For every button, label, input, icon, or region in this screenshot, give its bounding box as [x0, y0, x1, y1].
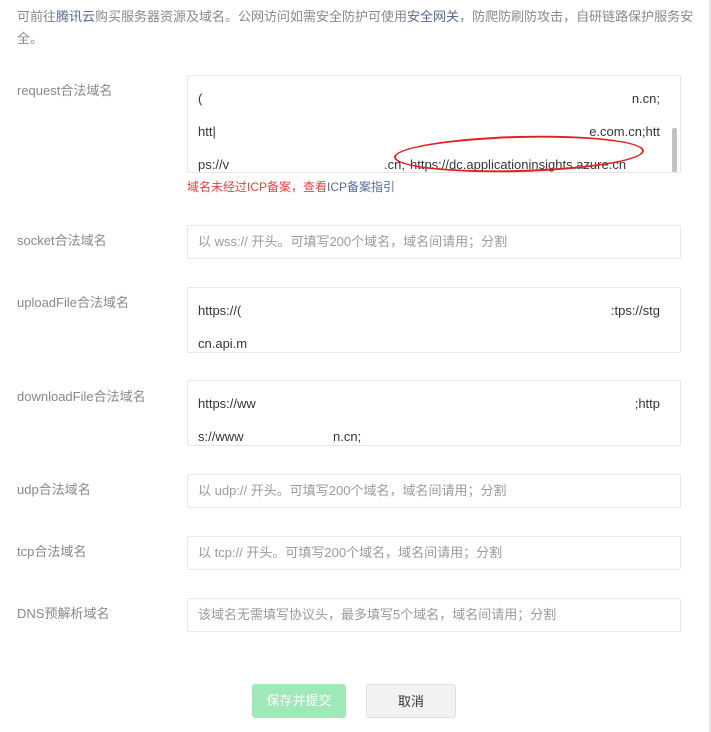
uploadfile-domain-textarea[interactable]: https://( :tps://stg cn.api.m	[187, 287, 681, 353]
downloadfile-line1-end: ;http	[634, 396, 660, 411]
security-gateway-link[interactable]: 安全网关	[407, 9, 459, 24]
uploadfile-line-2: cn.api.m	[198, 327, 670, 352]
udp-domain-label: udp合法域名	[17, 482, 91, 497]
socket-domain-input[interactable]: 以 wss:// 开头。可填写200个域名，域名间请用；分割	[187, 225, 681, 259]
request-line3-start: ps://v	[198, 157, 230, 172]
notice-middle: 购买服务器资源及域名。公网访问如需安全防护可使用	[95, 9, 408, 24]
tcp-domain-label: tcp合法域名	[17, 544, 87, 559]
tcp-domain-input[interactable]: 以 tcp:// 开头。可填写200个域名，域名间请用；分割	[187, 536, 681, 570]
udp-domain-input[interactable]: 以 udp:// 开头。可填写200个域名，域名间请用；分割	[187, 474, 681, 508]
request-line1-end: n.cn;	[631, 91, 660, 106]
notice-prefix: 可前往	[17, 9, 57, 24]
save-submit-button[interactable]: 保存并提交	[252, 684, 346, 718]
cancel-button[interactable]: 取消	[366, 684, 456, 718]
downloadfile-domain-label: downloadFile合法域名	[17, 389, 146, 404]
downloadfile-line-1: https://ww ;http	[198, 387, 670, 420]
request-line1-start: (	[198, 91, 203, 106]
request-domain-label: request合法域名	[17, 83, 113, 98]
request-line-1: ( n.cn;	[198, 82, 670, 115]
dns-domain-input[interactable]: 该域名无需填写协议头，最多填写5个域名，域名间请用；分割	[187, 598, 681, 632]
downloadfile-domain-textarea[interactable]: https://ww ;http s://www n.cn;	[187, 380, 681, 446]
icp-hint: 域名未经过ICP备案，查看ICP备案指引	[187, 178, 395, 195]
uploadfile-line1-end: :tps://stg	[610, 303, 660, 318]
request-line2-start: htt|	[198, 124, 216, 139]
downloadfile-line-2: s://www n.cn;	[198, 420, 670, 445]
tencent-cloud-link[interactable]: 腾讯云	[56, 9, 95, 24]
textarea-scrollbar[interactable]	[672, 128, 677, 172]
uploadfile-line-1: https://( :tps://stg	[198, 294, 670, 327]
downloadfile-line2-start: s://www	[198, 429, 244, 444]
uploadfile-line1-start: https://(	[198, 303, 242, 318]
uploadfile-line2-start: cn.api.m	[198, 336, 248, 351]
uploadfile-domain-label: uploadFile合法域名	[17, 295, 129, 310]
top-notice: 可前往腾讯云购买服务器资源及域名。公网访问如需安全防护可使用安全网关，防爬防刷防…	[17, 6, 697, 50]
icp-hint-text: 域名未经过ICP备案，查看	[187, 180, 328, 194]
icp-guide-link[interactable]: ICP备案指引	[327, 180, 395, 194]
dns-domain-label: DNS预解析域名	[17, 606, 110, 621]
downloadfile-line2-end: n.cn;	[333, 429, 362, 444]
socket-domain-label: socket合法域名	[17, 233, 107, 248]
downloadfile-line1-start: https://ww	[198, 396, 256, 411]
